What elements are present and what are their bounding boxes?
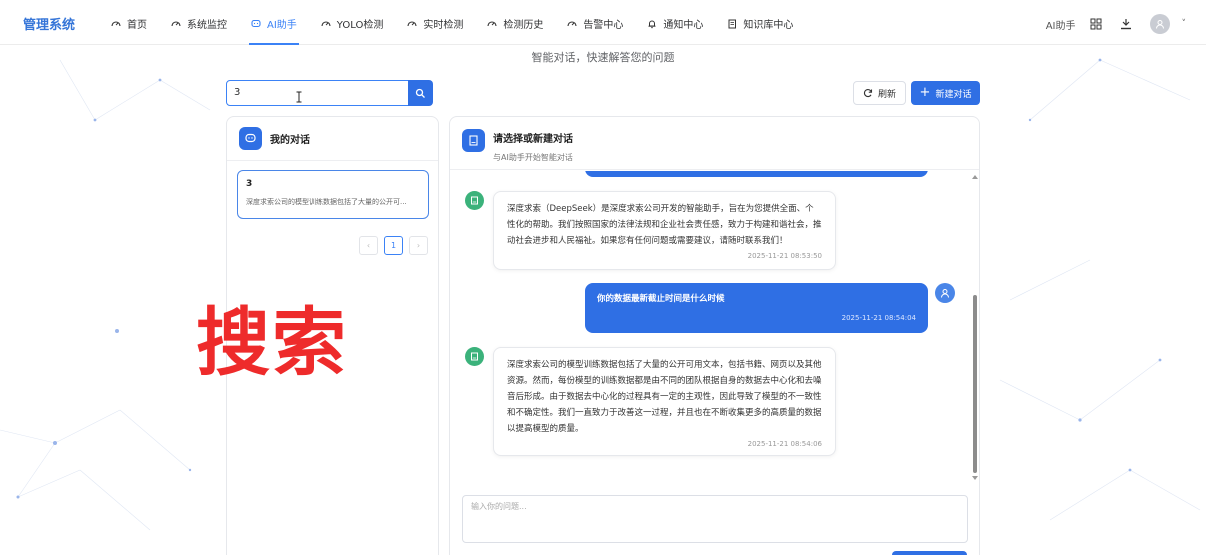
prev-page-button[interactable]: ‹ [359, 236, 378, 255]
document-icon [462, 129, 485, 152]
message-text: 深度求索（DeepSeek）是深度求索公司开发的智能助手，旨在为您提供全面、个性… [507, 204, 822, 246]
chat-icon [239, 127, 262, 150]
dashboard-icon [171, 20, 181, 26]
nav-label: YOLO检测 [336, 20, 384, 31]
conversation-item-title: 3 [246, 179, 253, 189]
nav-item-knowledge-base[interactable]: 知识库中心 [715, 3, 805, 45]
refresh-label: 刷新 [877, 89, 896, 100]
search-overlay-caption: 搜索 [196, 300, 348, 386]
chat-title: 请选择或新建对话 [493, 134, 573, 145]
nav-label: 告警中心 [583, 20, 624, 31]
main-nav: 首页 系统监控 AI助手 YOLO检测 实时检测 检测历史 告警中心 通知中心 [99, 3, 805, 45]
brand-title[interactable]: 管理系统 [23, 14, 99, 33]
conversation-search-input[interactable]: 3 [226, 80, 409, 106]
dashboard-icon [567, 20, 577, 26]
dashboard-icon [111, 20, 121, 26]
nav-label: 首页 [127, 20, 147, 31]
book-icon [728, 19, 737, 28]
assistant-message-bubble: 深度求索（DeepSeek）是深度求索公司开发的智能助手，旨在为您提供全面、个性… [493, 191, 836, 270]
plus-icon: + [919, 85, 931, 100]
download-icon[interactable] [1120, 18, 1132, 30]
nav-item-realtime-detection[interactable]: 实时检测 [395, 3, 475, 45]
user-message-bubble-partial [585, 171, 928, 177]
scroll-up-arrow[interactable] [972, 175, 978, 179]
bell-icon [648, 20, 656, 28]
assistant-avatar [465, 347, 484, 366]
page-number-button[interactable]: 1 [384, 236, 403, 255]
user-message-bubble: 你的数据最新截止时间是什么时候 2025-11-21 08:54:04 [585, 283, 928, 333]
new-conversation-button[interactable]: + 新建对话 [911, 81, 980, 105]
page-subtitle: 智能对话，快速解答您的问题 [531, 51, 675, 64]
refresh-button[interactable]: 刷新 [853, 81, 906, 105]
dashboard-icon [487, 20, 497, 26]
conversation-item-preview: 深度求索公司的模型训练数据包括了大量的公开可... [246, 198, 407, 206]
text-cursor-icon [296, 91, 302, 103]
top-navbar: 管理系统 首页 系统监控 AI助手 YOLO检测 实时检测 检测历史 告警中心 [0, 3, 1206, 45]
nav-item-ai-assistant[interactable]: AI助手 [239, 3, 309, 45]
message-text: 深度求索公司的模型训练数据包括了大量的公开可用文本，包括书籍、网页以及其他资源。… [507, 360, 822, 434]
grid-icon[interactable] [1090, 18, 1102, 30]
user-icon [1155, 20, 1164, 29]
top-right-tools: AI助手 ˅ [1046, 3, 1186, 45]
nav-item-notification-center[interactable]: 通知中心 [635, 3, 715, 45]
nav-label: 通知中心 [663, 20, 704, 31]
user-avatar [935, 283, 955, 303]
dashboard-icon [321, 20, 331, 26]
chat-icon [251, 19, 261, 27]
conversation-item[interactable]: 3 深度求索公司的模型训练数据包括了大量的公开可... [237, 170, 429, 219]
message-timestamp: 2025-11-21 08:53:50 [747, 252, 822, 260]
nav-item-system-monitor[interactable]: 系统监控 [159, 3, 239, 45]
dashboard-icon [407, 20, 417, 26]
question-input[interactable]: 输入你的问题... [462, 495, 968, 543]
chat-header: 请选择或新建对话 与AI助手开始智能对话 [450, 117, 979, 170]
nav-item-alert-center[interactable]: 告警中心 [555, 3, 635, 45]
scroll-down-arrow[interactable] [972, 476, 978, 480]
send-button[interactable] [892, 551, 967, 555]
refresh-icon [863, 89, 873, 98]
conversation-list-header: 我的对话 [227, 117, 438, 161]
next-page-button[interactable]: › [409, 236, 428, 255]
nav-item-yolo-detection[interactable]: YOLO检测 [309, 3, 396, 45]
document-icon [471, 352, 478, 361]
nav-label: 检测历史 [503, 20, 544, 31]
user-icon [941, 289, 949, 298]
message-timestamp: 2025-11-21 08:54:04 [841, 314, 916, 322]
nav-label: 实时检测 [423, 20, 464, 31]
nav-label: 知识库中心 [743, 20, 794, 31]
nav-label: 系统监控 [187, 20, 227, 31]
conversation-list-title: 我的对话 [270, 135, 310, 146]
new-conversation-label: 新建对话 [935, 89, 972, 100]
top-ai-assistant-label[interactable]: AI助手 [1046, 17, 1076, 32]
nav-item-home[interactable]: 首页 [99, 3, 159, 45]
assistant-message-bubble: 深度求索公司的模型训练数据包括了大量的公开可用文本，包括书籍、网页以及其他资源。… [493, 347, 836, 456]
document-icon [471, 196, 478, 205]
pagination: ‹ 1 › [359, 236, 434, 255]
nav-item-detection-history[interactable]: 检测历史 [475, 3, 555, 45]
search-button[interactable] [408, 80, 433, 106]
assistant-avatar [465, 191, 484, 210]
user-avatar-button[interactable] [1149, 14, 1170, 34]
message-scrollbar[interactable] [971, 171, 979, 483]
chevron-down-icon[interactable]: ˅ [1182, 19, 1187, 29]
message-list[interactable]: 深度求索（DeepSeek）是深度求索公司开发的智能助手，旨在为您提供全面、个性… [450, 171, 979, 483]
chat-subtitle: 与AI助手开始智能对话 [493, 153, 573, 162]
chat-panel: 请选择或新建对话 与AI助手开始智能对话 深度求索（DeepSeek）是深度求索… [449, 116, 980, 555]
message-text: 你的数据最新截止时间是什么时候 [597, 294, 725, 304]
scrollbar-thumb[interactable] [973, 295, 977, 473]
search-icon [415, 88, 425, 98]
nav-label: AI助手 [267, 20, 297, 31]
message-timestamp: 2025-11-21 08:54:06 [747, 440, 822, 448]
